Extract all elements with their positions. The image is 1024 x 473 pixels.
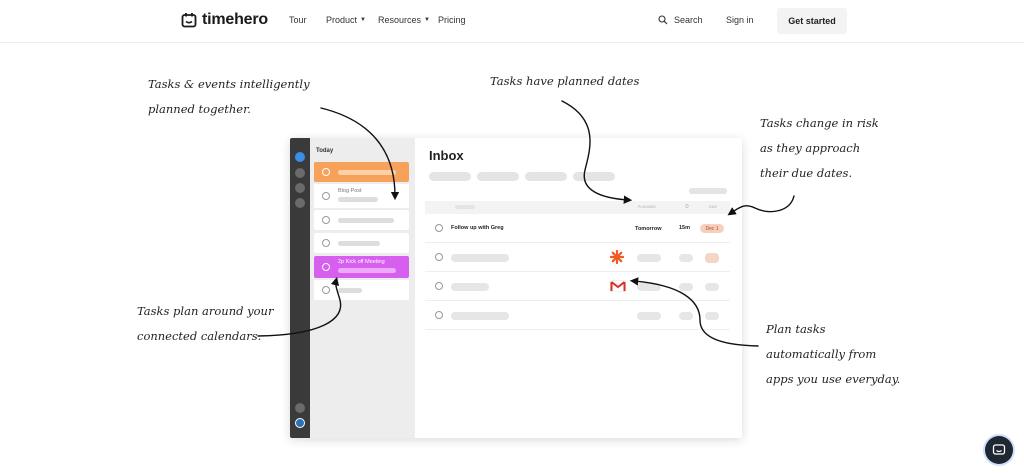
today-title: Today bbox=[316, 148, 334, 154]
header-pill bbox=[455, 205, 475, 209]
nav-pricing[interactable]: Pricing bbox=[438, 15, 466, 25]
rail-dot-icon[interactable] bbox=[295, 403, 305, 413]
task-checkbox[interactable] bbox=[435, 311, 443, 319]
logo[interactable]: timehero bbox=[181, 11, 268, 29]
task-bar bbox=[338, 288, 362, 293]
task-checkbox[interactable] bbox=[322, 286, 330, 294]
task-checkbox[interactable] bbox=[322, 192, 330, 200]
note-planned: Tasks have planned dates bbox=[490, 74, 640, 88]
event-bar bbox=[338, 268, 396, 273]
nav-resources-label: Resources bbox=[378, 15, 422, 25]
gmail-icon bbox=[610, 280, 626, 292]
event-kickoff-label: 2p Kick off Meeting bbox=[338, 259, 385, 265]
app-mockup: Today Blog Post 2p Kick off Meeting Inbo… bbox=[290, 138, 742, 438]
nav-product[interactable]: Product ▼ bbox=[326, 15, 366, 25]
task-blog-post[interactable]: Blog Post bbox=[314, 184, 409, 208]
caret-down-icon: ▼ bbox=[424, 17, 430, 23]
planned-placeholder bbox=[637, 283, 661, 291]
task-checkbox[interactable] bbox=[435, 224, 443, 232]
search-icon bbox=[658, 15, 668, 25]
task-orange[interactable] bbox=[314, 162, 409, 182]
filter-pill[interactable] bbox=[429, 172, 471, 181]
duration-placeholder bbox=[679, 254, 693, 262]
nav-product-label: Product bbox=[326, 15, 358, 25]
top-nav: timehero Tour Product ▼ Resources ▼ Pricin… bbox=[0, 0, 1024, 43]
today-sidebar: Today Blog Post 2p Kick off Meeting bbox=[310, 138, 415, 438]
duration-placeholder bbox=[679, 312, 693, 320]
filter-pill[interactable] bbox=[573, 172, 615, 181]
task-checkbox[interactable] bbox=[322, 216, 330, 224]
rail-add-icon[interactable] bbox=[295, 152, 305, 162]
task-title: Follow up with Greg bbox=[451, 225, 504, 231]
event-kickoff-meeting[interactable]: 2p Kick off Meeting bbox=[314, 256, 409, 278]
planned-placeholder bbox=[637, 254, 661, 262]
nav-tour[interactable]: Tour bbox=[289, 15, 307, 25]
table-header: PLANNED ⏱ DUE bbox=[425, 201, 730, 214]
table-row[interactable] bbox=[425, 243, 730, 272]
chat-widget-button[interactable] bbox=[985, 436, 1013, 464]
rail-dot-icon[interactable] bbox=[295, 198, 305, 208]
timer-icon: ⏱ bbox=[685, 204, 690, 210]
task-checkbox[interactable] bbox=[435, 253, 443, 261]
nav-resources[interactable]: Resources ▼ bbox=[378, 15, 430, 25]
task-item[interactable] bbox=[314, 280, 409, 300]
inbox-panel: Inbox PLANNED ⏱ DUE Follow up with Greg … bbox=[415, 138, 742, 438]
filter-pill[interactable] bbox=[477, 172, 519, 181]
clock-icon bbox=[322, 263, 330, 271]
sign-in-label: Sign in bbox=[726, 15, 754, 25]
avatar[interactable] bbox=[295, 418, 305, 428]
sign-in-link[interactable]: Sign in bbox=[726, 15, 754, 25]
inbox-title: Inbox bbox=[429, 148, 464, 163]
calendar-logo-icon bbox=[181, 13, 197, 28]
chat-icon bbox=[992, 444, 1006, 455]
logo-text: timehero bbox=[202, 11, 268, 28]
task-bar bbox=[338, 197, 378, 202]
get-started-button[interactable]: Get started bbox=[777, 8, 847, 34]
column-planned: PLANNED bbox=[638, 205, 656, 209]
rail-dot-icon[interactable] bbox=[295, 168, 305, 178]
app-rail bbox=[290, 138, 310, 438]
note-apps: Plan tasks automatically from apps you u… bbox=[766, 322, 901, 386]
search-button[interactable]: Search bbox=[658, 15, 703, 25]
task-bar bbox=[338, 241, 380, 246]
zapier-icon bbox=[610, 250, 624, 264]
due-placeholder bbox=[705, 312, 719, 320]
due-placeholder bbox=[705, 253, 719, 263]
planned-placeholder bbox=[637, 312, 661, 320]
sort-pill[interactable] bbox=[689, 188, 727, 194]
duration-placeholder bbox=[679, 283, 693, 291]
duration: 15m bbox=[679, 225, 691, 231]
task-checkbox[interactable] bbox=[435, 282, 443, 290]
nav-tour-label: Tour bbox=[289, 15, 307, 25]
clock-icon bbox=[322, 168, 330, 176]
nav-pricing-label: Pricing bbox=[438, 15, 466, 25]
task-placeholder bbox=[451, 254, 509, 262]
task-item[interactable] bbox=[314, 210, 409, 230]
task-blog-post-label: Blog Post bbox=[338, 188, 362, 194]
task-placeholder bbox=[451, 283, 489, 291]
table-row[interactable] bbox=[425, 272, 730, 301]
task-placeholder bbox=[451, 312, 509, 320]
due-placeholder bbox=[705, 283, 719, 291]
rail-dot-icon[interactable] bbox=[295, 183, 305, 193]
note-calendars: Tasks plan around your connected calenda… bbox=[137, 304, 274, 343]
task-item[interactable] bbox=[314, 233, 409, 253]
note-risk: Tasks change in risk as they approach th… bbox=[760, 116, 879, 180]
table-row[interactable] bbox=[425, 301, 730, 330]
note-events: Tasks & events intelligently planned tog… bbox=[148, 77, 310, 116]
due-badge: Dec 1 bbox=[700, 224, 724, 233]
task-checkbox[interactable] bbox=[322, 239, 330, 247]
task-bar bbox=[338, 170, 396, 175]
caret-down-icon: ▼ bbox=[360, 17, 366, 23]
column-due: DUE bbox=[709, 205, 717, 209]
table-row[interactable]: Follow up with Greg Tomorrow 15m Dec 1 bbox=[425, 214, 730, 243]
search-label: Search bbox=[674, 15, 703, 25]
planned-date: Tomorrow bbox=[635, 226, 662, 232]
task-bar bbox=[338, 218, 394, 223]
filter-pill[interactable] bbox=[525, 172, 567, 181]
